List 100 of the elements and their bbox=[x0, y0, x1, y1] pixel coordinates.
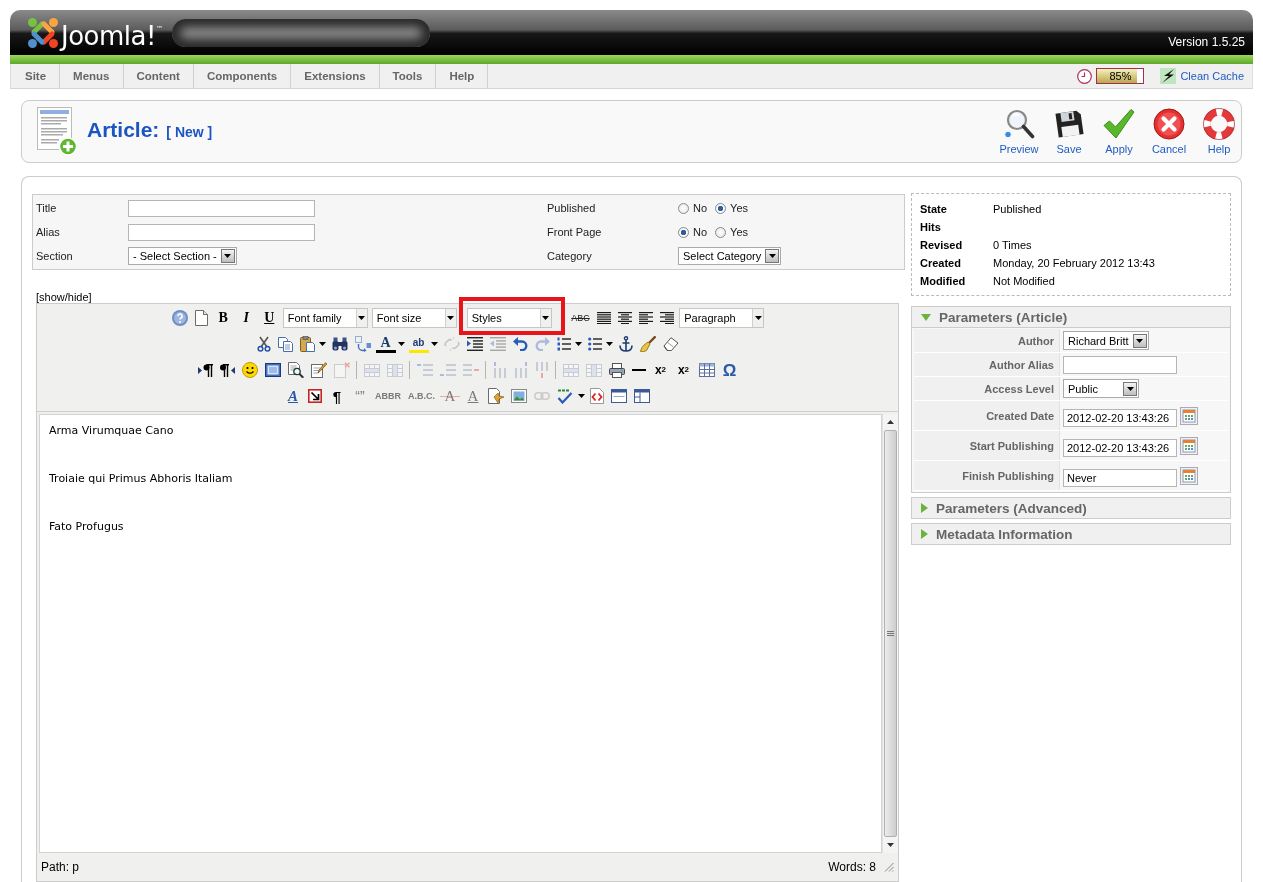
bold-button[interactable]: B bbox=[213, 308, 234, 328]
radio-button[interactable] bbox=[678, 202, 689, 214]
align-center-icon[interactable] bbox=[617, 311, 632, 325]
menu-item[interactable]: Extensions bbox=[291, 64, 380, 88]
smiley-icon[interactable] bbox=[241, 362, 258, 378]
special-character-button[interactable]: Ω bbox=[719, 360, 740, 380]
date-field[interactable]: 2012-02-20 13:43:26 bbox=[1063, 408, 1177, 427]
radio-label[interactable]: Yes bbox=[730, 202, 748, 214]
picture-icon[interactable] bbox=[511, 389, 527, 403]
date-field[interactable]: 2012-02-20 13:43:26 bbox=[1063, 438, 1177, 457]
editor-field[interactable]: Arma Virumquae Cano Troiaie qui Primus Abhoris Italiam Fato Profugus bbox=[39, 414, 882, 853]
italic-button[interactable]: I bbox=[236, 308, 257, 328]
radio-label[interactable]: No bbox=[693, 202, 708, 214]
cancel-button[interactable]: Cancel bbox=[1147, 108, 1191, 155]
horizontal-rule-icon[interactable] bbox=[631, 369, 646, 371]
toolbar-dropdown[interactable]: Font family bbox=[282, 308, 368, 328]
scroll-down-icon[interactable] bbox=[887, 843, 894, 847]
toolbar-dropdown[interactable]: Styles bbox=[466, 308, 552, 328]
menu-item[interactable]: Content bbox=[123, 64, 194, 88]
table-icon[interactable] bbox=[698, 363, 715, 377]
menu-item[interactable]: Tools bbox=[379, 64, 437, 88]
menu-item[interactable]: Components bbox=[193, 64, 292, 88]
resize-grip-icon[interactable] bbox=[884, 862, 894, 872]
caret-icon[interactable] bbox=[606, 342, 613, 346]
align-right-icon[interactable] bbox=[659, 311, 674, 325]
superscript-button[interactable]: x$^{2}$ bbox=[673, 360, 694, 380]
code-icon[interactable] bbox=[590, 388, 604, 404]
panel-header[interactable]: Metadata Information bbox=[912, 524, 1230, 544]
radio-button[interactable] bbox=[715, 202, 727, 214]
select-field[interactable]: Select Category bbox=[678, 247, 782, 265]
select-field[interactable]: - Select Section - bbox=[128, 247, 237, 265]
anchor-icon[interactable] bbox=[618, 336, 633, 352]
select-field[interactable]: Richard Britt bbox=[1063, 331, 1149, 350]
menu-item[interactable]: Site bbox=[12, 64, 61, 88]
right-to-left-icon[interactable] bbox=[219, 363, 235, 377]
clipboard-icon[interactable] bbox=[299, 336, 315, 352]
caret-icon[interactable] bbox=[398, 342, 405, 346]
binoculars-icon[interactable] bbox=[331, 337, 348, 351]
panel-header[interactable]: Parameters (Advanced) bbox=[912, 498, 1230, 518]
strikethrough-button[interactable]: ABC bbox=[569, 308, 592, 328]
numbered-list-icon[interactable] bbox=[556, 337, 571, 351]
text-field[interactable] bbox=[1063, 355, 1177, 374]
text-field[interactable] bbox=[128, 223, 315, 241]
radio-button[interactable] bbox=[678, 226, 689, 238]
text-field[interactable] bbox=[128, 199, 315, 217]
caret-icon[interactable] bbox=[319, 342, 326, 346]
align-justify-icon[interactable] bbox=[596, 311, 611, 325]
indent-icon[interactable] bbox=[466, 337, 483, 351]
save-button[interactable]: Save bbox=[1047, 108, 1091, 155]
bullet-list-icon[interactable] bbox=[587, 337, 602, 351]
text-color-button[interactable]: A bbox=[375, 335, 396, 353]
caret-icon[interactable] bbox=[577, 394, 585, 398]
undo-icon[interactable] bbox=[512, 337, 528, 351]
panel-header[interactable]: Parameters (Article) bbox=[912, 307, 1230, 327]
help-icon[interactable] bbox=[172, 310, 189, 326]
show-hide-link[interactable]: [show/hide] bbox=[36, 290, 92, 303]
calendar-icon[interactable] bbox=[1180, 466, 1198, 485]
pilcrow-button[interactable]: ¶ bbox=[327, 386, 347, 406]
caret-icon[interactable] bbox=[431, 342, 438, 346]
apply-button[interactable]: Apply bbox=[1097, 108, 1141, 155]
select-field[interactable]: Public bbox=[1063, 379, 1139, 398]
radio-button[interactable] bbox=[715, 226, 727, 238]
eraser-icon[interactable] bbox=[662, 337, 679, 351]
window-icon[interactable] bbox=[611, 389, 627, 403]
toolbar-dropdown[interactable]: Font size bbox=[371, 308, 457, 328]
clean-cache-link[interactable]: Clean Cache bbox=[1160, 68, 1244, 84]
page-arrow-icon[interactable] bbox=[488, 388, 504, 404]
copy-icon[interactable] bbox=[277, 336, 293, 352]
help-button[interactable]: Help bbox=[1197, 108, 1241, 155]
arrow-box-icon[interactable] bbox=[308, 389, 322, 403]
date-field[interactable]: Never bbox=[1063, 468, 1177, 487]
radio-label[interactable]: No bbox=[693, 226, 708, 238]
layout-icon[interactable] bbox=[634, 389, 650, 403]
highlight-color-button[interactable]: ab bbox=[408, 335, 429, 353]
media-icon[interactable] bbox=[264, 363, 281, 377]
new-document-icon[interactable] bbox=[195, 310, 209, 326]
toolbar-dropdown[interactable]: Paragraph bbox=[679, 308, 765, 328]
replace-icon[interactable] bbox=[354, 336, 371, 352]
field-label: Created Date bbox=[914, 401, 1060, 430]
preview-button[interactable]: Preview bbox=[997, 108, 1041, 155]
radio-label[interactable]: Yes bbox=[730, 226, 748, 238]
underline-button[interactable]: U bbox=[259, 308, 280, 328]
page-pencil-icon[interactable] bbox=[310, 362, 327, 378]
brush-icon[interactable] bbox=[639, 336, 656, 352]
left-to-right-icon[interactable] bbox=[197, 363, 213, 377]
menu-item[interactable]: Menus bbox=[60, 64, 124, 88]
lifebuoy-icon bbox=[1203, 108, 1235, 140]
spellcheck-icon[interactable] bbox=[557, 388, 573, 404]
scroll-up-icon[interactable] bbox=[887, 420, 894, 424]
scrollbar-thumb[interactable] bbox=[884, 430, 897, 837]
calendar-icon[interactable] bbox=[1180, 406, 1198, 425]
printer-icon[interactable] bbox=[608, 362, 625, 378]
align-left-icon[interactable] bbox=[638, 311, 653, 325]
caret-icon bbox=[224, 254, 232, 258]
page-magnifier-icon[interactable] bbox=[287, 362, 304, 378]
menu-item[interactable]: Help bbox=[436, 64, 489, 88]
caret-icon[interactable] bbox=[575, 342, 582, 346]
calendar-icon[interactable] bbox=[1180, 436, 1198, 455]
scissors-icon[interactable] bbox=[256, 336, 271, 352]
style-button[interactable]: A bbox=[283, 386, 303, 406]
